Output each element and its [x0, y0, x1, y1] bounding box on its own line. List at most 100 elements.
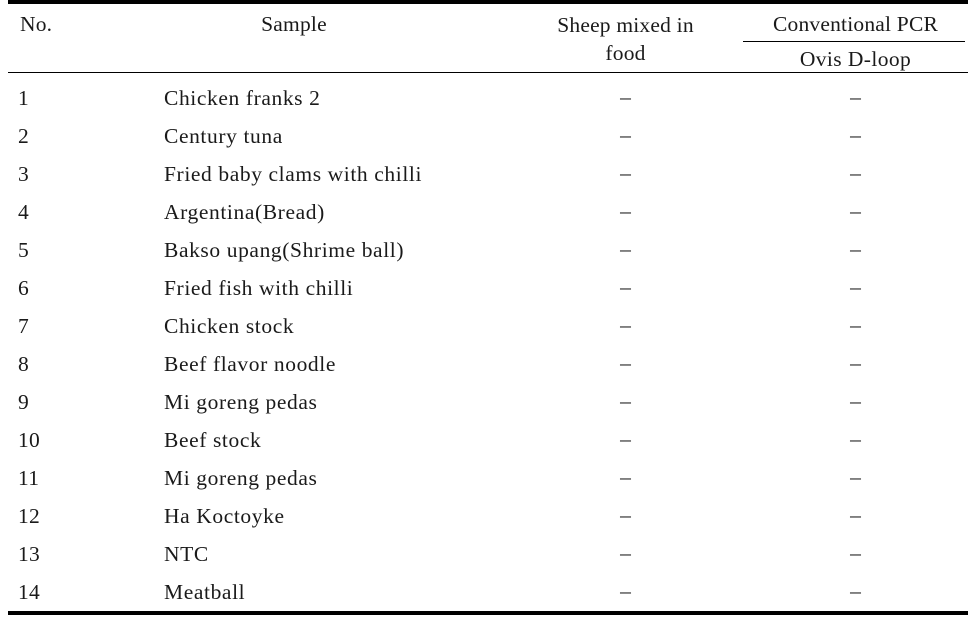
cell-ovis-dloop-result: – — [743, 193, 968, 231]
table-row: 5 Bakso upang(Shrime ball) – – — [8, 231, 968, 269]
cell-ovis-dloop-result: – — [743, 269, 968, 307]
cell-no: 9 — [18, 390, 30, 414]
result-dash: – — [620, 351, 631, 375]
cell-no: 3 — [18, 162, 30, 186]
cell-ovis-dloop-result: – — [743, 73, 968, 118]
cell-sample: Century tuna — [164, 124, 283, 148]
cell-sheep-mixed-result: – — [508, 155, 743, 193]
cell-sample: Mi goreng pedas — [164, 390, 318, 414]
result-dash: – — [850, 123, 861, 147]
table-row: 9 Mi goreng pedas – – — [8, 383, 968, 421]
cell-no: 4 — [18, 200, 30, 224]
table-body: 1 Chicken franks 2 – – 2 Century tuna – – 3 Fried… — [8, 73, 968, 615]
cell-ovis-dloop-result: – — [743, 231, 968, 269]
cell-sheep-mixed-result: – — [508, 231, 743, 269]
table-header: No. Sample Sheep mixed in food Conventio… — [8, 0, 968, 73]
cell-no: 2 — [18, 124, 30, 148]
table-row: 14 Meatball – – — [8, 573, 968, 615]
cell-sheep-mixed-result: – — [508, 117, 743, 155]
cell-sheep-mixed-result: – — [508, 497, 743, 535]
result-dash: – — [850, 541, 861, 565]
cell-sheep-mixed-result: – — [508, 421, 743, 459]
cell-sheep-mixed-result: – — [508, 307, 743, 345]
result-dash: – — [850, 427, 861, 451]
cell-sheep-mixed-result: – — [508, 535, 743, 573]
cell-no: 12 — [18, 504, 41, 528]
result-dash: – — [620, 85, 631, 109]
table-row: 1 Chicken franks 2 – – — [8, 73, 968, 118]
column-header-pcr-sub-label: Ovis D-loop — [799, 47, 912, 71]
table-row: 10 Beef stock – – — [8, 421, 968, 459]
result-dash: – — [620, 579, 631, 603]
table-row: 6 Fried fish with chilli – – — [8, 269, 968, 307]
cell-sample: Fried fish with chilli — [164, 276, 354, 300]
cell-sample: Bakso upang(Shrime ball) — [164, 238, 405, 262]
result-dash: – — [850, 161, 861, 185]
table-container: No. Sample Sheep mixed in food Conventio… — [0, 0, 977, 617]
result-dash: – — [620, 237, 631, 261]
cell-ovis-dloop-result: – — [743, 497, 968, 535]
cell-ovis-dloop-result: – — [743, 117, 968, 155]
cell-sheep-mixed-result: – — [508, 193, 743, 231]
cell-no: 5 — [18, 238, 30, 262]
column-header-conventional-pcr: Conventional PCR Ovis D-loop — [743, 0, 968, 73]
result-dash: – — [620, 465, 631, 489]
pcr-group-wrapper: Conventional PCR Ovis D-loop — [743, 4, 968, 72]
results-table: No. Sample Sheep mixed in food Conventio… — [8, 0, 968, 615]
result-dash: – — [620, 427, 631, 451]
cell-sample: Chicken franks 2 — [164, 86, 321, 110]
column-header-sheep-mixed-in-food: Sheep mixed in food — [508, 0, 743, 73]
cell-sample: Beef stock — [164, 428, 262, 452]
cell-sheep-mixed-result: – — [508, 459, 743, 497]
cell-sheep-mixed-result: – — [508, 269, 743, 307]
cell-sample: Beef flavor noodle — [164, 352, 336, 376]
cell-sample: NTC — [164, 542, 209, 566]
cell-no: 1 — [18, 86, 30, 110]
result-dash: – — [620, 503, 631, 527]
result-dash: – — [620, 123, 631, 147]
result-dash: – — [850, 85, 861, 109]
cell-ovis-dloop-result: – — [743, 535, 968, 573]
table-row: 4 Argentina(Bread) – – — [8, 193, 968, 231]
cell-no: 10 — [18, 428, 41, 452]
column-header-sheep-line1: Sheep mixed in — [557, 13, 694, 37]
cell-no: 14 — [8, 573, 80, 615]
cell-ovis-dloop-result: – — [743, 459, 968, 497]
cell-sheep-mixed-result: – — [508, 383, 743, 421]
cell-sheep-mixed-result: – — [508, 73, 743, 118]
result-dash: – — [850, 199, 861, 223]
result-dash: – — [850, 389, 861, 413]
cell-no: 7 — [18, 314, 30, 338]
result-dash: – — [620, 541, 631, 565]
cell-ovis-dloop-result: – — [743, 307, 968, 345]
table-row: 8 Beef flavor noodle – – — [8, 345, 968, 383]
result-dash: – — [850, 579, 861, 603]
column-header-pcr-group-label: Conventional PCR — [772, 12, 939, 36]
cell-no: 11 — [18, 466, 40, 490]
result-dash: – — [620, 313, 631, 337]
table-row: 11 Mi goreng pedas – – — [8, 459, 968, 497]
cell-ovis-dloop-result: – — [743, 155, 968, 193]
table-header-row: No. Sample Sheep mixed in food Conventio… — [8, 0, 968, 73]
table-row: 3 Fried baby clams with chilli – – — [8, 155, 968, 193]
cell-sample: Argentina(Bread) — [164, 200, 325, 224]
table-row: 7 Chicken stock – – — [8, 307, 968, 345]
column-header-sheep-line2: food — [605, 40, 646, 65]
cell-no: 13 — [18, 542, 41, 566]
cell-ovis-dloop-result: – — [743, 421, 968, 459]
cell-ovis-dloop-result: – — [743, 383, 968, 421]
cell-sample: Chicken stock — [164, 314, 295, 338]
result-dash: – — [620, 389, 631, 413]
result-dash: – — [850, 313, 861, 337]
result-dash: – — [620, 275, 631, 299]
result-dash: – — [850, 465, 861, 489]
result-dash: – — [620, 199, 631, 223]
table-row: 12 Ha Koctoyke – – — [8, 497, 968, 535]
cell-ovis-dloop-result: – — [743, 345, 968, 383]
cell-sample: Fried baby clams with chilli — [164, 162, 423, 186]
cell-ovis-dloop-result: – — [743, 573, 968, 615]
table-row: 13 NTC – – — [8, 535, 968, 573]
cell-sample: Ha Koctoyke — [164, 504, 285, 528]
cell-sheep-mixed-result: – — [508, 573, 743, 615]
column-header-sample: Sample — [80, 0, 508, 73]
